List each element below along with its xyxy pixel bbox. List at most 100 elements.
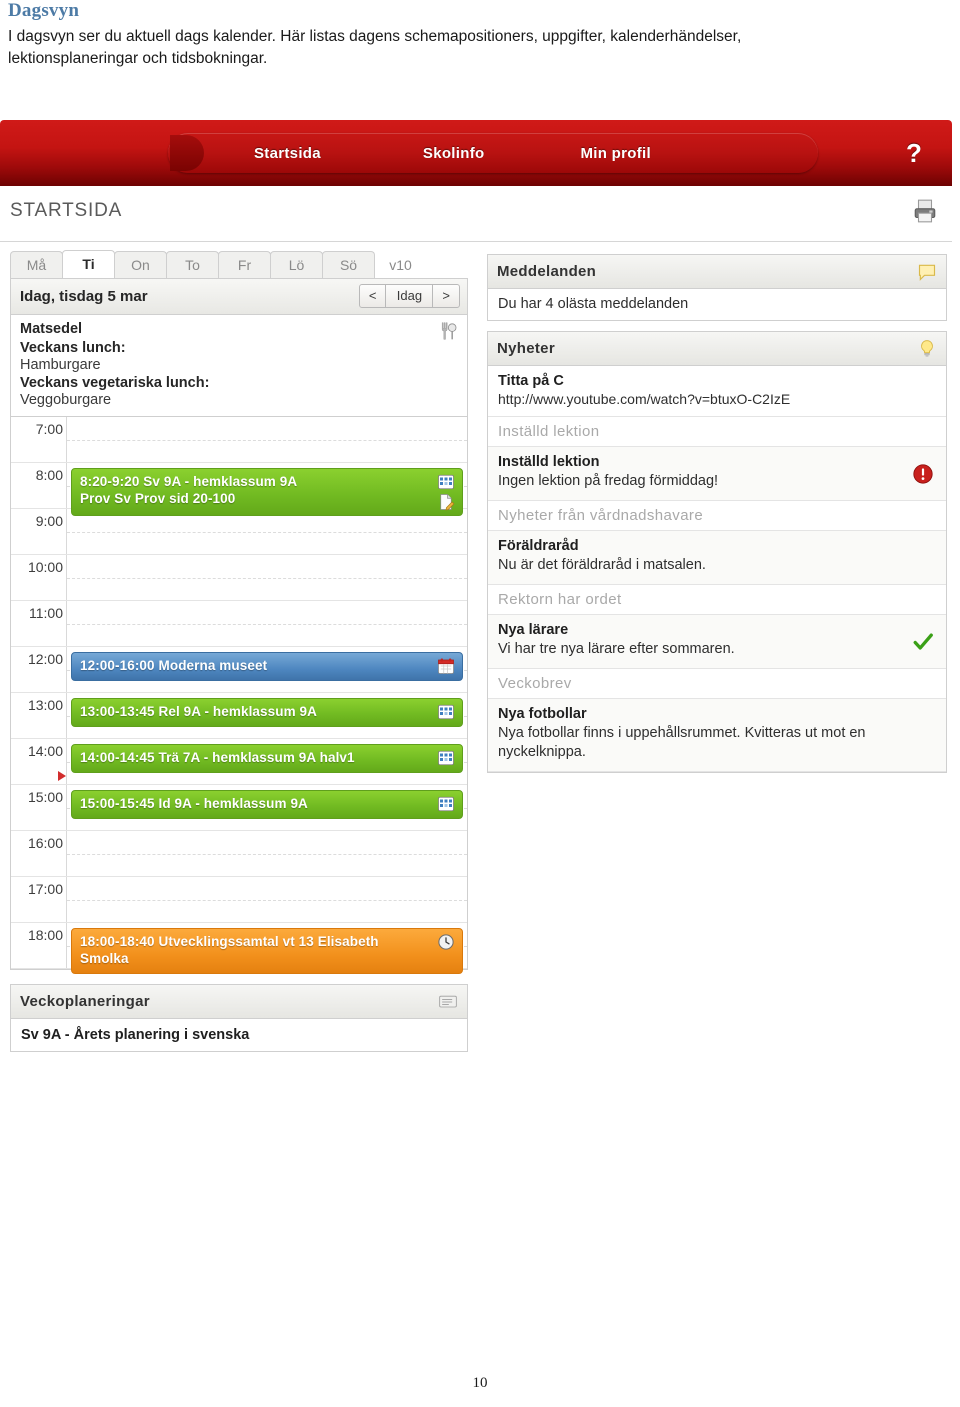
tab-saturday[interactable]: Lö — [270, 251, 323, 278]
help-button[interactable]: ? — [898, 136, 930, 170]
calendar-hour-label: 10:00 — [27, 559, 63, 575]
news-item[interactable]: Titta på C http://www.youtube.com/watch?v… — [488, 366, 946, 417]
schedule-grid-icon[interactable] — [437, 795, 455, 813]
event-line-1: 14:00-14:45 Trä 7A - hemklassum 9A halv1 — [80, 750, 355, 765]
calendar-event[interactable]: 13:00-13:45 Rel 9A - hemklassum 9A — [71, 698, 463, 727]
veg-lunch-value: Veggoburgare — [20, 392, 112, 408]
startsida-title: STARTSIDA — [10, 200, 123, 221]
news-section-header: Veckobrev — [488, 669, 946, 699]
news-item-text: Vi har tre nya lärare efter sommaren. — [498, 641, 735, 657]
calendar-event[interactable]: 14:00-14:45 Trä 7A - hemklassum 9A halv1 — [71, 744, 463, 773]
news-item-text: Nu är det föräldraråd i matsalen. — [498, 557, 706, 573]
news-header: Nyheter — [488, 332, 946, 366]
day-header-bar: Idag, tisdag 5 mar < Idag > — [11, 279, 467, 315]
tab-friday[interactable]: Fr — [218, 251, 271, 278]
calendar-hour-label: 7:00 — [35, 421, 63, 437]
schedule-grid-icon[interactable] — [437, 749, 455, 767]
unread-messages-text: Du har 4 olästa meddelanden — [498, 296, 689, 312]
news-item-title: Nya lärare — [498, 622, 569, 638]
news-item[interactable]: Föräldraråd Nu är det föräldraråd i matsa… — [488, 531, 946, 585]
note-lines-icon — [438, 992, 458, 1012]
previous-day-button[interactable]: < — [358, 284, 387, 308]
tab-monday[interactable]: Må — [10, 251, 63, 278]
weekly-plans-panel: Veckoplaneringar Sv 9A - Årets planering… — [10, 984, 468, 1052]
weekly-plan-item[interactable]: Sv 9A - Årets planering i svenska — [11, 1019, 467, 1051]
lunch-menu-section: Matsedel Veckans lunch: Hamburgare Vecka… — [11, 315, 467, 417]
news-item-title: Inställd lektion — [498, 454, 600, 470]
printer-icon[interactable] — [912, 198, 938, 224]
weekly-plans-header: Veckoplaneringar — [11, 985, 467, 1019]
news-section-header: Inställd lektion — [488, 417, 946, 447]
page-title: Dagsvyn — [8, 0, 80, 21]
news-item[interactable]: Nya fotbollar Nya fotbollar finns i uppeh… — [488, 699, 946, 772]
event-icons — [437, 933, 457, 953]
calendar-hour-label: 16:00 — [27, 835, 63, 851]
current-time-marker — [58, 771, 66, 782]
calendar-hour-label: 13:00 — [27, 697, 63, 713]
news-list: Titta på C http://www.youtube.com/watch?v… — [488, 366, 946, 772]
calendar-event[interactable]: 8:20-9:20 Sv 9A - hemklassum 9A Prov Sv P… — [71, 468, 463, 516]
event-line-1: 15:00-15:45 Id 9A - hemklassum 9A — [80, 796, 308, 811]
left-column: Må Ti On To Fr Lö Sö v10 Idag, tisdag 5 … — [10, 250, 468, 1052]
news-item-title: Titta på C — [498, 373, 564, 389]
news-item-text[interactable]: http://www.youtube.com/watch?v=btuxO-C2I… — [498, 391, 900, 407]
news-item-text: Ingen lektion på fredag förmiddag! — [498, 473, 719, 489]
schedule-grid-icon[interactable] — [437, 703, 455, 721]
tab-tuesday[interactable]: Ti — [62, 250, 115, 278]
news-item[interactable]: Nya lärare Vi har tre nya lärare efter so… — [488, 615, 946, 669]
calendar-icon[interactable] — [437, 657, 455, 675]
check-icon — [912, 631, 934, 653]
nav-item-startsida[interactable]: Startsida — [254, 145, 321, 162]
page-description: I dagsvyn ser du aktuell dags kalender. … — [8, 28, 742, 67]
top-navigation-bar: Startsida Skolinfo Min profil ? — [0, 120, 952, 186]
tab-sunday[interactable]: Sö — [322, 251, 375, 278]
calendar-event[interactable]: 12:00-16:00 Moderna museet — [71, 652, 463, 681]
messages-body: Du har 4 olästa meddelanden — [488, 289, 946, 320]
news-item-title: Föräldraråd — [498, 538, 579, 554]
news-item-text: Nya fotbollar finns i uppehållsrummet. K… — [498, 725, 866, 760]
next-day-button[interactable]: > — [432, 284, 460, 308]
messages-header: Meddelanden — [488, 255, 946, 289]
calendar-hour-label: 17:00 — [27, 881, 63, 897]
day-panel: Idag, tisdag 5 mar < Idag > Matsedel Vec… — [10, 278, 468, 974]
news-title: Nyheter — [497, 340, 555, 357]
tab-week-number[interactable]: v10 — [374, 251, 427, 278]
clock-icon[interactable] — [437, 933, 455, 951]
matsedel-title: Matsedel — [20, 321, 83, 337]
event-line-2: Smolka — [80, 951, 129, 966]
schedule-grid-icon[interactable] — [437, 473, 455, 491]
nav-items: Startsida Skolinfo Min profil — [168, 133, 818, 173]
day-nav-buttons: < Idag > — [358, 284, 460, 308]
today-button[interactable]: Idag — [385, 284, 434, 308]
calendar-hour-label: 12:00 — [27, 651, 63, 667]
calendar-hour-label: 11:00 — [29, 605, 63, 621]
page-title-bar: STARTSIDA — [0, 186, 952, 242]
weekly-plans-title: Veckoplaneringar — [20, 993, 150, 1010]
messages-title: Meddelanden — [497, 263, 597, 280]
event-icons — [437, 473, 457, 513]
page-number: 10 — [472, 1375, 488, 1391]
nav-item-min-profil[interactable]: Min profil — [580, 145, 651, 162]
calendar-event[interactable]: 18:00-18:40 Utvecklingssamtal vt 13 Elis… — [71, 928, 463, 974]
calendar-hour-label: 15:00 — [27, 789, 63, 805]
calendar-event[interactable]: 15:00-15:45 Id 9A - hemklassum 9A — [71, 790, 463, 819]
current-day-label: Idag, tisdag 5 mar — [20, 288, 148, 305]
speech-bubble-icon — [917, 262, 937, 282]
day-tab-strip: Må Ti On To Fr Lö Sö v10 — [10, 250, 468, 278]
event-icons — [437, 657, 457, 677]
right-column: Meddelanden Du har 4 olästa meddelanden — [487, 254, 947, 783]
tab-thursday[interactable]: To — [166, 251, 219, 278]
news-section-header: Nyheter från vårdnadshavare — [488, 501, 946, 531]
document-edit-icon[interactable] — [437, 493, 455, 511]
alert-icon — [912, 463, 934, 485]
news-panel: Nyheter Titta på C http://www.youtube.com… — [487, 331, 947, 773]
news-item-title: Nya fotbollar — [498, 706, 587, 722]
calendar-hour-label: 9:00 — [35, 513, 63, 529]
event-line-1: 13:00-13:45 Rel 9A - hemklassum 9A — [80, 704, 318, 719]
tab-wednesday[interactable]: On — [114, 251, 167, 278]
news-item[interactable]: Inställd lektion Ingen lektion på fredag … — [488, 447, 946, 501]
cutlery-icon — [438, 321, 458, 341]
event-line-1: 12:00-16:00 Moderna museet — [80, 658, 268, 673]
event-line-2: Prov Sv Prov sid 20-100 — [80, 491, 236, 506]
nav-item-skolinfo[interactable]: Skolinfo — [423, 145, 485, 162]
